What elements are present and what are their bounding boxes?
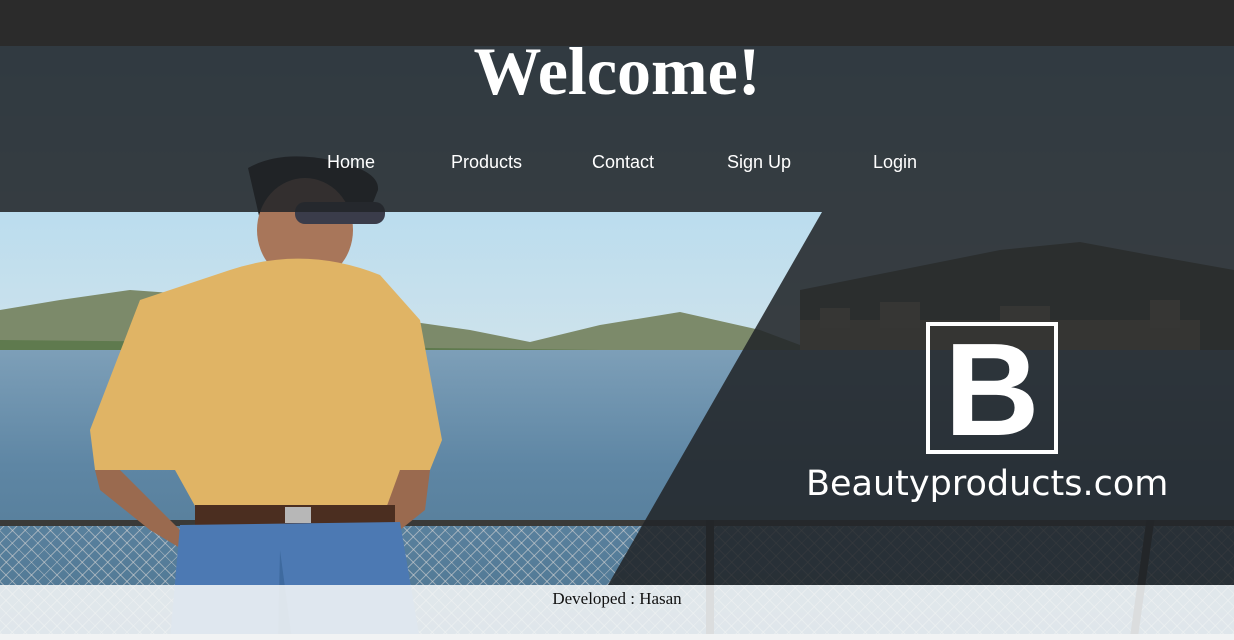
nav-home-link[interactable]: Home [327, 150, 375, 174]
footer-credit: Developed : Hasan [552, 589, 682, 608]
brand-name: Beautyproducts.com [806, 464, 1169, 504]
nav-signup-link[interactable]: Sign Up [727, 150, 791, 174]
nav-products-link[interactable]: Products [451, 150, 522, 174]
page-title: Welcome! [473, 33, 761, 109]
brand-logo-letter: B [944, 316, 1040, 463]
footer: Developed : Hasan [0, 585, 1234, 634]
nav-contact-link[interactable]: Contact [592, 150, 654, 174]
brand-logo: B [926, 316, 1058, 463]
main-nav: Home Products Contact Sign Up Login [0, 150, 1234, 174]
nav-login-link[interactable]: Login [873, 150, 917, 174]
footer-edge [0, 634, 1234, 640]
